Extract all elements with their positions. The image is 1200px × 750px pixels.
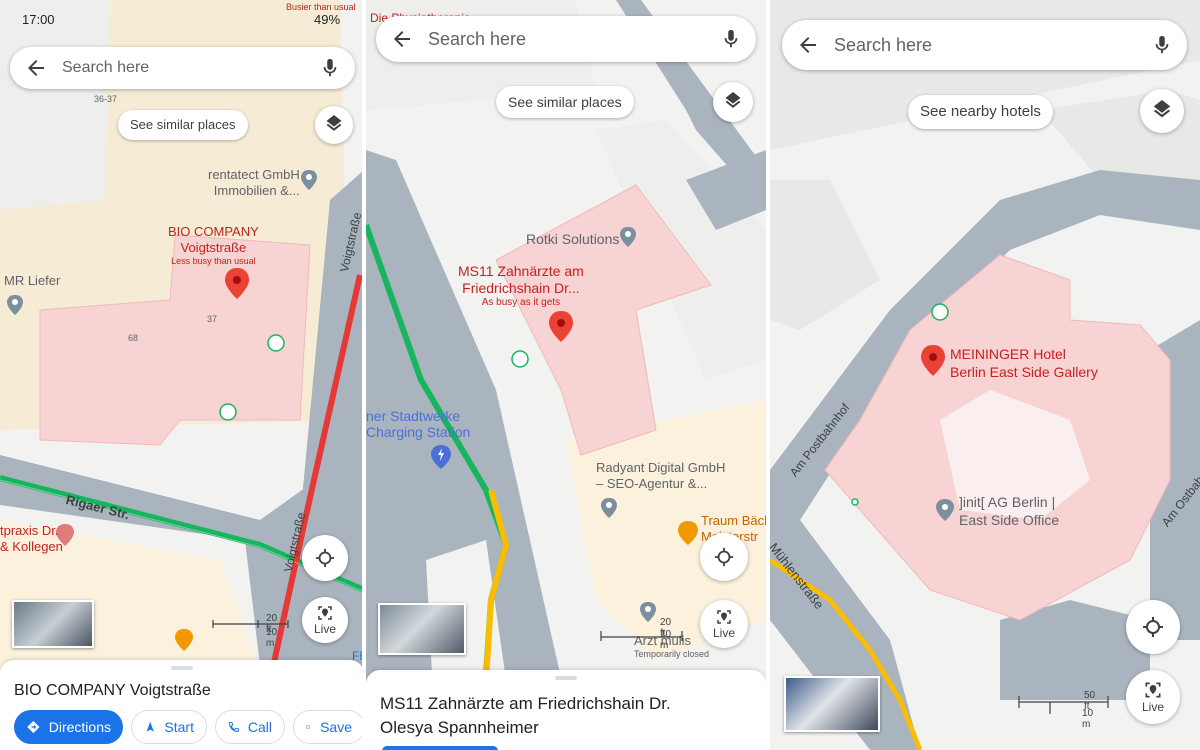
directions-button[interactable]: [382, 746, 498, 750]
live-view-icon: [1145, 682, 1161, 698]
layers-button[interactable]: [1140, 89, 1184, 133]
live-view-button[interactable]: Live: [1126, 670, 1180, 724]
search-bar[interactable]: Search here: [782, 20, 1187, 70]
arrow-back-icon[interactable]: [390, 27, 414, 51]
my-location-button[interactable]: [700, 533, 748, 581]
place-label-mr-liefer[interactable]: MR Liefer: [4, 273, 60, 289]
arrow-back-icon[interactable]: [24, 56, 48, 80]
search-input[interactable]: Search here: [834, 35, 1151, 56]
map-panel-2[interactable]: Die Physiotherapie Search here See simil…: [366, 0, 766, 750]
search-bar[interactable]: Search here: [376, 16, 756, 62]
address-number: 37: [207, 314, 218, 324]
live-view-button[interactable]: Live: [700, 600, 748, 648]
layers-icon: [725, 92, 741, 108]
busier-note: Busier than usual: [286, 2, 356, 12]
street-view-thumbnail[interactable]: [378, 603, 466, 655]
live-view-icon: [318, 606, 332, 620]
my-location-button[interactable]: [302, 535, 348, 581]
status-battery: 49%: [314, 12, 341, 27]
layers-button[interactable]: [315, 106, 353, 144]
place-label-stadtwerke[interactable]: ner Stadtwerke Charging Station: [366, 408, 470, 440]
call-button[interactable]: Call: [215, 710, 285, 744]
place-label-rotki[interactable]: Rotki Solutions: [526, 231, 619, 247]
address-number: 36-37: [94, 94, 118, 104]
map-panel-1[interactable]: 17:00 49% Busier than usual Search here …: [0, 0, 364, 750]
bookmark-icon: [306, 725, 310, 730]
search-input[interactable]: Search here: [428, 29, 720, 50]
directions-icon: [27, 720, 40, 734]
layers-icon: [326, 115, 342, 131]
street-view-thumbnail[interactable]: [784, 676, 880, 732]
place-title: BIO COMPANY Voigtstraße: [14, 682, 211, 699]
place-title: MS11 Zahnärzte am Friedrichshain Dr. Ole…: [380, 694, 671, 737]
place-label-praxis[interactable]: tpraxis Dr. & Kollegen: [0, 523, 63, 555]
place-label-radyant[interactable]: Radyant Digital GmbH – SEO-Agentur &...: [596, 460, 725, 492]
see-similar-places-chip[interactable]: See similar places: [118, 110, 248, 140]
sheet-handle[interactable]: [555, 676, 577, 680]
search-bar[interactable]: Search here: [10, 47, 355, 89]
layers-button[interactable]: [713, 82, 753, 122]
place-label-init[interactable]: ]init[ AG Berlin | East Side Office: [959, 493, 1059, 529]
place-sheet[interactable]: MS11 Zahnärzte am Friedrichshain Dr. Ole…: [366, 670, 766, 750]
live-view-button[interactable]: Live: [302, 597, 348, 643]
save-button[interactable]: Save: [293, 710, 364, 744]
status-time: 17:00: [22, 12, 55, 27]
map-panel-3[interactable]: Search here See nearby hotels MEININGER …: [770, 0, 1200, 750]
place-label-meininger[interactable]: MEININGER Hotel Berlin East Side Gallery: [950, 345, 1098, 381]
my-location-icon: [1143, 617, 1163, 637]
arrow-back-icon[interactable]: [796, 33, 820, 57]
navigation-icon: [146, 721, 154, 732]
phone-icon: [228, 722, 239, 732]
directions-button[interactable]: Directions: [14, 710, 123, 744]
my-location-icon: [714, 547, 734, 567]
see-nearby-hotels-chip[interactable]: See nearby hotels: [908, 95, 1053, 129]
live-view-icon: [717, 610, 731, 624]
mic-icon[interactable]: [319, 57, 341, 79]
place-label-rentatect[interactable]: rentatect GmbH Immobilien &...: [208, 167, 300, 199]
my-location-button[interactable]: [1126, 600, 1180, 654]
search-input[interactable]: Search here: [62, 59, 319, 77]
place-label-ms11[interactable]: MS11 Zahnärzte am Friedrichshain Dr... A…: [458, 263, 584, 308]
mic-icon[interactable]: [720, 28, 742, 50]
place-label-bio-company[interactable]: BIO COMPANY Voigtstraße Less busy than u…: [168, 224, 259, 267]
sheet-handle[interactable]: [171, 666, 193, 670]
layers-icon: [1153, 100, 1171, 118]
address-number: 68: [128, 333, 139, 343]
my-location-icon: [315, 548, 335, 568]
see-similar-places-chip[interactable]: See similar places: [496, 86, 634, 118]
start-button[interactable]: Start: [131, 710, 207, 744]
place-sheet[interactable]: BIO COMPANY Voigtstraße Directions Start…: [0, 660, 364, 750]
street-view-thumbnail[interactable]: [12, 600, 94, 648]
mic-icon[interactable]: [1151, 34, 1173, 56]
